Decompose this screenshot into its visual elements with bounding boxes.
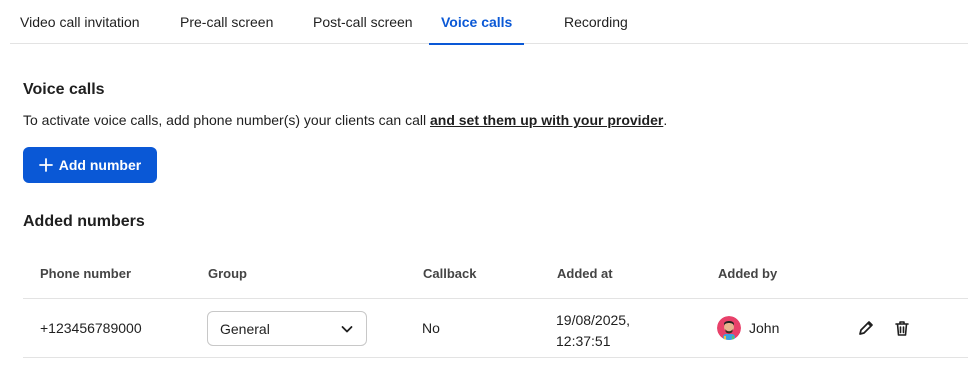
- column-header-callback: Callback: [423, 266, 477, 281]
- provider-setup-link[interactable]: and set them up with your provider: [430, 112, 663, 128]
- column-header-phone-number: Phone number: [40, 266, 132, 281]
- chevron-down-icon: [341, 325, 353, 332]
- section-description: To activate voice calls, add phone numbe…: [23, 112, 667, 128]
- table-header-divider: [23, 298, 968, 299]
- delete-button[interactable]: [892, 318, 912, 338]
- tab-recording[interactable]: Recording: [564, 0, 628, 44]
- tab-post-call-screen[interactable]: Post-call screen: [313, 0, 413, 44]
- tab-video-call-invitation[interactable]: Video call invitation: [20, 0, 140, 44]
- edit-button[interactable]: [856, 318, 876, 338]
- column-header-added-by: Added by: [718, 266, 778, 281]
- phone-number-cell: +123456789000: [40, 320, 142, 336]
- plus-icon: [38, 158, 53, 172]
- group-select[interactable]: General: [207, 311, 367, 346]
- avatar: [717, 316, 741, 340]
- tab-bar: Video call invitation Pre-call screen Po…: [10, 0, 968, 45]
- column-header-group: Group: [208, 266, 247, 281]
- description-end: .: [663, 112, 668, 128]
- column-header-added-at: Added at: [557, 266, 613, 281]
- added-at-date: 19/08/2025,: [556, 312, 630, 328]
- table-row-divider: [23, 357, 968, 358]
- callback-cell: No: [422, 320, 440, 336]
- pencil-icon: [859, 321, 873, 335]
- tab-pre-call-screen[interactable]: Pre-call screen: [180, 0, 273, 44]
- group-select-value: General: [220, 320, 270, 337]
- section-title: Voice calls: [23, 81, 105, 98]
- trash-icon: [895, 321, 909, 336]
- add-number-button[interactable]: Add number: [23, 147, 157, 183]
- added-numbers-title: Added numbers: [23, 213, 145, 230]
- tab-voice-calls[interactable]: Voice calls: [429, 0, 525, 45]
- add-number-label: Add number: [58, 157, 142, 173]
- added-at-time: 12:37:51: [556, 333, 611, 349]
- added-at-cell: 19/08/2025, 12:37:51: [556, 310, 630, 352]
- added-by-name: John: [749, 320, 780, 336]
- description-text: To activate voice calls, add phone numbe…: [23, 112, 430, 128]
